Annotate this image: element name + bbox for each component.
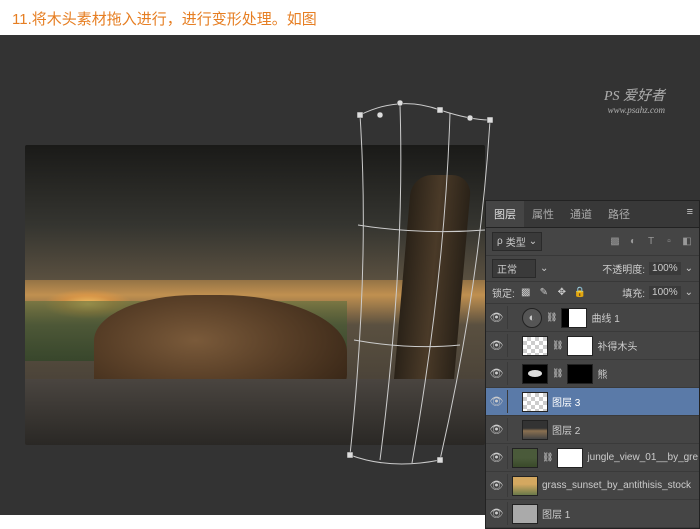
composite-image[interactable] [25,145,485,445]
layer-row[interactable]: 👁 ◐ ⛓ 曲线 1 [486,304,699,332]
visibility-eye-icon[interactable]: 👁 [490,367,504,380]
layer-filter-row: ρ 类型 ⌄ ▩ ◐ T ▫ ◧ [486,228,699,256]
layer-name[interactable]: 图层 3 [552,394,580,409]
visibility-eye-icon[interactable]: 👁 [490,311,504,324]
layer-name[interactable]: 图层 1 [542,506,570,521]
lock-position-icon[interactable]: ✥ [555,286,569,300]
layer-row[interactable]: 👁 图层 2 [486,416,699,444]
layer-name[interactable]: 熊 [597,366,607,381]
layer-thumb[interactable] [512,448,538,468]
visibility-eye-icon[interactable]: 👁 [490,479,504,492]
opacity-label: 不透明度: [602,261,645,276]
link-icon: ⛓ [546,312,557,323]
layer-mask-thumb[interactable] [567,364,593,384]
layer-mask-thumb[interactable] [557,448,583,468]
link-icon: ⛓ [552,368,563,379]
panel-tabs: 图层 属性 通道 路径 ≡ [486,201,699,228]
fill-value[interactable]: 100% [649,286,681,299]
layer-thumb[interactable] [512,504,538,524]
layer-row[interactable]: 👁 ⛓ 熊 [486,360,699,388]
filter-shape-icon[interactable]: ▫ [663,236,675,248]
panel-menu-icon[interactable]: ≡ [681,201,699,227]
layer-name[interactable]: jungle_view_01__by_gre [587,452,698,463]
layer-row[interactable]: 👁 ⛓ jungle_view_01__by_gre [486,444,699,472]
layer-row[interactable]: 👁 ⛓ 补得木头 [486,332,699,360]
fill-label: 填充: [622,285,645,300]
visibility-eye-icon[interactable]: 👁 [490,339,504,352]
opacity-value[interactable]: 100% [649,262,681,275]
layer-mask-thumb[interactable] [561,308,587,328]
lock-pixels-icon[interactable]: ✎ [537,286,551,300]
tab-properties[interactable]: 属性 [524,201,562,227]
visibility-eye-icon[interactable]: 👁 [490,451,504,464]
layer-list: 👁 ◐ ⛓ 曲线 1 👁 ⛓ 补得木头 👁 [486,304,699,528]
watermark-url: www.psahz.com [604,105,665,115]
layer-row[interactable]: 👁 grass_sunset_by_antithisis_stock [486,472,699,500]
visibility-eye-icon[interactable]: 👁 [490,395,504,408]
link-icon: ⛓ [552,340,563,351]
fill-chevron-icon[interactable]: ⌄ [685,287,693,298]
watermark: PS 爱好者 www.psahz.com [604,85,665,115]
filter-pixel-icon[interactable]: ▩ [609,236,621,248]
tab-paths[interactable]: 路径 [600,201,638,227]
layer-thumb[interactable] [522,392,548,412]
layer-mask-thumb[interactable] [567,336,593,356]
layer-name[interactable]: 曲线 1 [591,310,619,325]
filter-type-select[interactable]: ρ 类型 ⌄ [492,232,542,251]
visibility-eye-icon[interactable]: 👁 [490,423,504,436]
visibility-eye-icon[interactable]: 👁 [490,507,504,520]
tab-layers[interactable]: 图层 [486,201,524,227]
blend-mode-select[interactable]: 正常 [492,259,536,278]
tab-channels[interactable]: 通道 [562,201,600,227]
layer-row[interactable]: 👁 图层 3 [486,388,699,416]
lock-all-icon[interactable]: 🔒 [573,286,587,300]
tutorial-step-text: 11.将木头素材拖入进行，进行变形处理。如图 [0,0,700,37]
layer-name[interactable]: grass_sunset_by_antithisis_stock [542,480,691,491]
filter-adjust-icon[interactable]: ◐ [627,236,639,248]
layer-row[interactable]: 👁 图层 1 [486,500,699,528]
layer-thumb[interactable] [522,364,548,384]
layer-name[interactable]: 补得木头 [597,338,637,353]
filter-type-icon[interactable]: T [645,236,657,248]
opacity-chevron-icon[interactable]: ⌄ [685,263,693,274]
photoshop-canvas: PS 爱好者 www.psahz.com 图层 属性 通道 [0,35,700,515]
layer-thumb[interactable] [512,476,538,496]
blend-opacity-row: 正常 ⌄ 不透明度: 100% ⌄ [486,256,699,282]
layer-thumb[interactable] [522,420,548,440]
watermark-title: PS 爱好者 [604,89,665,104]
curves-adjustment-icon: ◐ [522,308,542,328]
filter-smart-icon[interactable]: ◧ [681,236,693,248]
lock-label: 锁定: [492,285,515,300]
lock-fill-row: 锁定: ▩ ✎ ✥ 🔒 填充: 100% ⌄ [486,282,699,304]
layer-name[interactable]: 图层 2 [552,422,580,437]
lock-transparency-icon[interactable]: ▩ [519,286,533,300]
layers-panel: 图层 属性 通道 路径 ≡ ρ 类型 ⌄ ▩ ◐ T ▫ ◧ 正常 ⌄ 不透明度… [485,200,700,529]
layer-thumb[interactable] [522,336,548,356]
rock-foreground [25,379,485,445]
link-icon: ⛓ [542,452,553,463]
